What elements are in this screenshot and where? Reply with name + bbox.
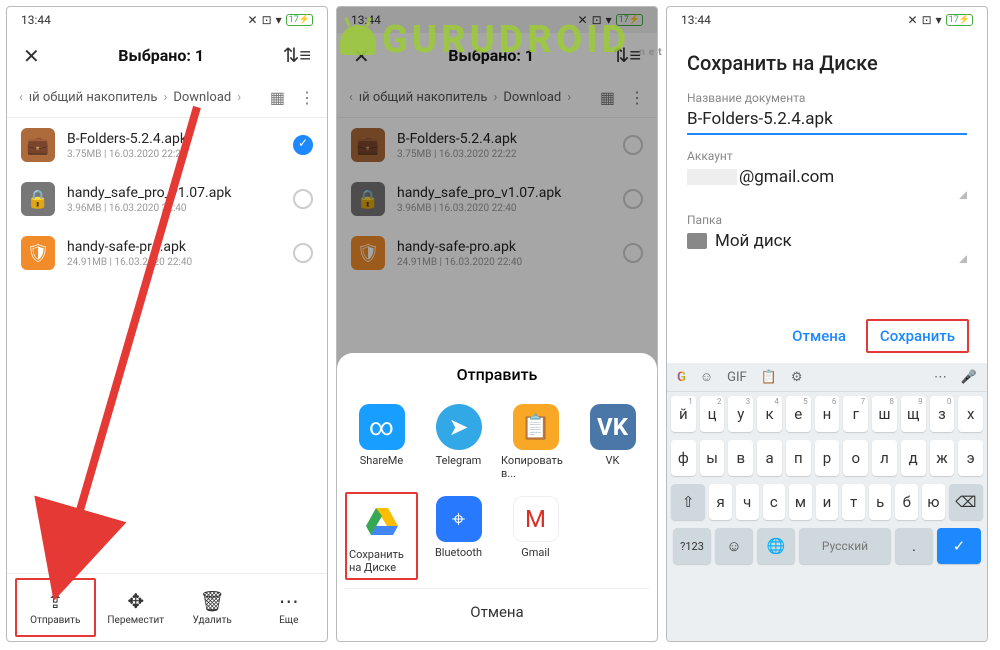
shift-key[interactable]: ⇧ [671,484,705,520]
screenshot-3: 13:44 ✕⊡▾17⚡ Сохранить на Диске Название… [666,6,988,642]
key-в[interactable]: в [728,440,753,476]
key-г[interactable]: г7 [843,396,868,432]
key-ю[interactable]: ю [922,484,945,520]
apk-icon: 🛡 [21,236,55,270]
key-а[interactable]: а [757,440,782,476]
key-б[interactable]: б [895,484,918,520]
selection-count: Выбрано: 1 [118,46,204,65]
share-gmail[interactable]: MGmail [499,492,572,580]
share-shareme[interactable]: ∞ShareMe [345,400,418,484]
space-key[interactable]: Русский [799,528,891,564]
file-row[interactable]: 💼 B-Folders-5.2.4.apk3.75MB | 16.03.2020… [7,118,327,172]
emoji-key[interactable]: ☺ [715,528,753,564]
key-л[interactable]: л [872,440,897,476]
key-р[interactable]: р [815,440,840,476]
document-name-input[interactable]: B-Folders-5.2.4.apk [687,109,967,135]
move-icon: ✥ [127,589,144,613]
key-н[interactable]: н6 [815,396,840,432]
screenshot-2: 13:44 ✕⊡▾17⚡ ✕Выбрано: 1⇅≡ ‹ıй общий нак… [336,6,658,642]
key-щ[interactable]: щ9 [901,396,926,432]
ellipsis-icon: ⋯ [279,589,299,613]
settings-icon[interactable]: ⚙ [791,370,803,385]
keyboard[interactable]: G ☺ GIF 📋 ⚙ ⋯ 🎤 й1ц2у3к4е5н6г7ш8щ9з0х фы… [667,363,987,641]
numeric-key[interactable]: ?123 [673,528,711,564]
move-button[interactable]: ✥Переместит [98,574,175,641]
delete-button[interactable]: 🗑Удалить [174,574,251,641]
send-button[interactable]: ⇪Отправить [15,578,96,637]
status-bar: 13:44 ✕⊡▾17⚡ [667,7,987,33]
gif-key[interactable]: GIF [727,370,747,385]
watermark: GURUDROID.net [340,18,666,62]
key-д[interactable]: д [901,440,926,476]
share-copy[interactable]: 📋Копировать в... [499,400,572,484]
checkbox[interactable] [293,189,313,209]
checkbox[interactable] [293,243,313,263]
backspace-key[interactable]: ⌫ [949,484,983,520]
key-к[interactable]: к4 [757,396,782,432]
apk-icon: 🔒 [21,182,55,216]
grid-view-icon[interactable]: ▦ [270,88,285,107]
key-т[interactable]: т [842,484,865,520]
clipboard-icon[interactable]: 📋 [761,370,777,385]
account-masked [687,169,737,185]
share-icon: ⇪ [47,589,64,613]
keyboard-toolbar[interactable]: G ☺ GIF 📋 ⚙ ⋯ 🎤 [667,363,987,392]
share-sheet: Отправить ∞ShareMe ➤Telegram 📋Копировать… [337,353,657,641]
apk-icon: 💼 [21,128,55,162]
mic-icon[interactable]: 🎤 [961,370,977,385]
checkbox[interactable] [293,135,313,155]
period-key[interactable]: . [895,528,933,564]
key-ф[interactable]: ф [671,440,696,476]
key-я[interactable]: я [709,484,732,520]
bottom-toolbar: ⇪Отправить ✥Переместит 🗑Удалить ⋯Еще [7,573,327,641]
breadcrumb[interactable]: ‹ ıй общий накопитель› Download› ▦ ⋮ [7,82,327,118]
key-ы[interactable]: ы [700,440,725,476]
file-row[interactable]: 🛡 handy-safe-pro.apk24.91MB | 16.03.2020… [7,226,327,280]
folder-icon [687,233,707,249]
share-vk[interactable]: VKVK [576,400,649,484]
trash-icon: 🗑 [200,589,225,613]
key-у[interactable]: у3 [728,396,753,432]
key-х[interactable]: х [958,396,983,432]
enter-key[interactable]: ✓ [937,528,981,564]
key-м[interactable]: м [789,484,812,520]
key-э[interactable]: э [958,440,983,476]
google-icon[interactable]: G [677,370,686,385]
sheet-title: Отправить [345,365,649,384]
key-п[interactable]: п [786,440,811,476]
status-bar: 13:44 ✕⊡▾17⚡ [7,7,327,33]
document-name-field[interactable]: Название документа B-Folders-5.2.4.apk [667,87,987,145]
key-ч[interactable]: ч [736,484,759,520]
account-field[interactable]: Аккаунт @gmail.com [667,145,987,209]
sheet-cancel[interactable]: Отмена [345,588,649,635]
key-ь[interactable]: ь [869,484,892,520]
screenshot-1: 13:44 ✕⊡▾17⚡ ✕ Выбрано: 1 ⇅≡ ‹ ıй общий … [6,6,328,642]
key-е[interactable]: е5 [786,396,811,432]
key-ц[interactable]: ц2 [700,396,725,432]
sort-icon[interactable]: ⇅≡ [283,43,311,68]
dialog-buttons: Отмена Сохранить [667,309,987,363]
key-и[interactable]: и [816,484,839,520]
file-row[interactable]: 🔒 handy_safe_pro_v1.07.apk3.96MB | 16.03… [7,172,327,226]
share-drive[interactable]: Сохранить на Диске [345,492,418,580]
folder-field[interactable]: Папка Мой диск [667,209,987,273]
cancel-button[interactable]: Отмена [780,321,858,351]
selection-header: ✕ Выбрано: 1 ⇅≡ [7,33,327,82]
key-й[interactable]: й1 [671,396,696,432]
save-button[interactable]: Сохранить [866,319,969,353]
share-telegram[interactable]: ➤Telegram [422,400,495,484]
lang-key[interactable]: 🌐 [757,528,795,564]
dialog-title: Сохранить на Диске [667,33,987,87]
key-о[interactable]: о [843,440,868,476]
more-icon[interactable]: ⋮ [299,88,315,107]
sticker-icon[interactable]: ☺ [700,369,713,385]
key-з[interactable]: з0 [930,396,955,432]
key-ж[interactable]: ж [930,440,955,476]
share-bluetooth[interactable]: ⌖Bluetooth [422,492,495,580]
key-с[interactable]: с [763,484,786,520]
close-icon[interactable]: ✕ [23,44,40,68]
file-list: 💼 B-Folders-5.2.4.apk3.75MB | 16.03.2020… [7,118,327,573]
key-ш[interactable]: ш8 [872,396,897,432]
more-button[interactable]: ⋯Еще [251,574,328,641]
